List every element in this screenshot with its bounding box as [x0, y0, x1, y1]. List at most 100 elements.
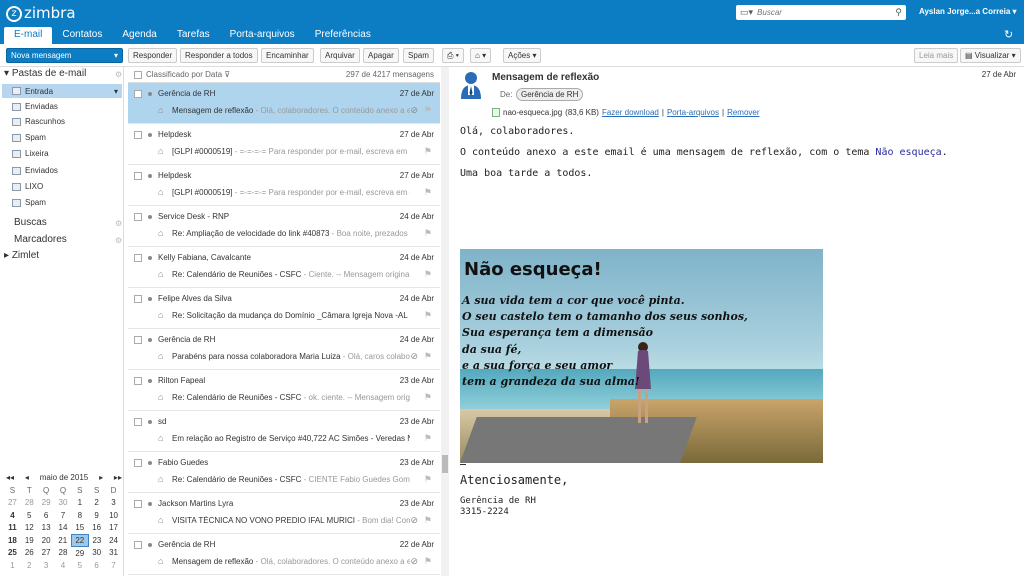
- unread-dot-icon[interactable]: [148, 133, 152, 137]
- row-checkbox[interactable]: [134, 172, 142, 180]
- folder-spam[interactable]: Spam: [12, 133, 46, 142]
- calendar-day[interactable]: 19: [21, 534, 38, 547]
- calendar-day[interactable]: 6: [38, 509, 55, 522]
- flag-icon[interactable]: ⚑: [424, 228, 432, 239]
- prev-month-icon[interactable]: ◂: [25, 473, 29, 482]
- zimbra-logo[interactable]: z zimbra: [6, 4, 76, 22]
- calendar-day[interactable]: 24: [105, 534, 122, 547]
- row-checkbox[interactable]: [134, 377, 142, 385]
- row-checkbox[interactable]: [134, 90, 142, 98]
- calendar-day[interactable]: 9: [88, 509, 105, 522]
- folders-header[interactable]: ▾ Pastas de e-mail: [4, 68, 86, 79]
- row-checkbox[interactable]: [134, 254, 142, 262]
- flag-icon[interactable]: ⚑: [424, 146, 432, 157]
- reply-button[interactable]: Responder: [128, 48, 178, 63]
- calendar-day[interactable]: 6: [88, 559, 105, 572]
- message-row[interactable]: sd 23 de Abr ⌂ Em relação ao Registro de Se…: [128, 411, 440, 452]
- unread-dot-icon[interactable]: [148, 420, 152, 424]
- unread-dot-icon[interactable]: [148, 379, 152, 383]
- zimlet-header[interactable]: ▸ Zimlet: [4, 250, 39, 261]
- calendar-day[interactable]: 11: [4, 522, 21, 535]
- calendar-day[interactable]: 2: [21, 559, 38, 572]
- actions-button[interactable]: Ações ▾: [503, 48, 542, 63]
- gear-icon[interactable]: ⚙: [115, 219, 122, 228]
- message-row[interactable]: Helpdesk 27 de Abr ⌂ [GLPI #0000519] - =-=-…: [128, 165, 440, 206]
- calendar-day[interactable]: 28: [55, 547, 72, 560]
- message-row[interactable]: Jackson Martins Lyra 23 de Abr ⌂ VISITA TÉC…: [128, 493, 440, 534]
- message-row[interactable]: Gerência de RH 22 de Abr ⌂ Mensagem de refl…: [128, 534, 440, 575]
- searches-header[interactable]: Buscas: [14, 217, 47, 228]
- flag-icon[interactable]: ⚑: [424, 351, 432, 362]
- prev-year-icon[interactable]: ◂◂: [6, 473, 14, 482]
- unread-dot-icon[interactable]: [148, 338, 152, 342]
- folder-sent[interactable]: Enviadas: [12, 102, 58, 111]
- calendar-day[interactable]: 21: [55, 534, 72, 547]
- read-more-button[interactable]: Leia mais: [914, 48, 959, 63]
- flag-icon[interactable]: ⚑: [424, 433, 432, 444]
- calendar-day[interactable]: 13: [38, 522, 55, 535]
- flag-icon[interactable]: ⚑: [424, 269, 432, 280]
- flag-icon[interactable]: ⚑: [424, 392, 432, 403]
- tab-preferences[interactable]: Preferências: [305, 27, 381, 44]
- calendar-day[interactable]: 5: [21, 509, 38, 522]
- message-row[interactable]: Kelly Fabiana, Cavalcante 24 de Abr ⌂ Re: C…: [128, 247, 440, 288]
- tab-calendar[interactable]: Agenda: [112, 27, 166, 44]
- folder-inbox[interactable]: Entrada ▾: [2, 84, 122, 98]
- flag-icon[interactable]: ⚑: [424, 556, 432, 567]
- new-message-button[interactable]: Nova mensagem ▾: [6, 48, 123, 63]
- attachment-name[interactable]: nao-esqueca.jpg: [503, 108, 562, 117]
- archive-button[interactable]: Arquivar: [320, 48, 360, 63]
- unread-dot-icon[interactable]: [148, 502, 152, 506]
- calendar-day[interactable]: 28: [21, 497, 38, 510]
- tab-briefcase[interactable]: Porta-arquivos: [220, 27, 305, 44]
- folder-lixo[interactable]: LIXO: [12, 182, 43, 191]
- unread-dot-icon[interactable]: [148, 461, 152, 465]
- next-month-icon[interactable]: ▸: [99, 473, 103, 482]
- gear-icon[interactable]: ⚙: [115, 236, 122, 245]
- calendar-day[interactable]: 20: [38, 534, 55, 547]
- folder-spam-2[interactable]: Spam: [12, 198, 46, 207]
- message-row[interactable]: Gerência de RH 24 de Abr ⌂ Parabéns para no…: [128, 329, 440, 370]
- unread-dot-icon[interactable]: [148, 174, 152, 178]
- tab-contacts[interactable]: Contatos: [52, 27, 112, 44]
- calendar-day[interactable]: 17: [105, 522, 122, 535]
- folder-enviados[interactable]: Enviados: [12, 166, 58, 175]
- message-row[interactable]: Fabio Guedes 23 de Abr ⌂ Re: Calendário de …: [128, 452, 440, 493]
- calendar-day[interactable]: 25: [4, 547, 21, 560]
- calendar-day[interactable]: 29: [38, 497, 55, 510]
- row-checkbox[interactable]: [134, 541, 142, 549]
- unread-dot-icon[interactable]: [148, 92, 152, 96]
- calendar-day[interactable]: 26: [21, 547, 38, 560]
- tag-dropdown[interactable]: ⌂ ▾: [470, 48, 492, 63]
- calendar-day[interactable]: 23: [88, 534, 105, 547]
- delete-button[interactable]: Apagar: [363, 48, 399, 63]
- unread-dot-icon[interactable]: [148, 215, 152, 219]
- flag-icon[interactable]: ⚑: [424, 515, 432, 526]
- gear-icon[interactable]: ⚙: [115, 70, 122, 79]
- user-menu[interactable]: Ayslan Jorge...a Correia ▾: [919, 7, 1017, 16]
- search-icon[interactable]: ⚲: [895, 7, 902, 18]
- folder-trash[interactable]: Lixeira: [12, 149, 49, 158]
- unread-dot-icon[interactable]: [148, 256, 152, 260]
- calendar-day[interactable]: 30: [55, 497, 72, 510]
- message-row[interactable]: Felipe Alves da Silva 24 de Abr ⌂ Re: Solic…: [128, 288, 440, 329]
- row-checkbox[interactable]: [134, 213, 142, 221]
- calendar-day[interactable]: 10: [105, 509, 122, 522]
- calendar-day[interactable]: 3: [105, 497, 122, 510]
- calendar-day[interactable]: 27: [38, 547, 55, 560]
- row-checkbox[interactable]: [134, 459, 142, 467]
- calendar-day[interactable]: 27: [4, 497, 21, 510]
- scrollbar-thumb[interactable]: [442, 455, 448, 473]
- remove-link[interactable]: Remover: [727, 108, 759, 117]
- chevron-down-icon[interactable]: ▾: [114, 87, 118, 96]
- briefcase-link[interactable]: Porta-arquivos: [667, 108, 719, 117]
- unread-dot-icon[interactable]: [148, 543, 152, 547]
- download-link[interactable]: Fazer download: [602, 108, 659, 117]
- message-row[interactable]: Service Desk - RNP 24 de Abr ⌂ Re: Ampliaçã…: [128, 206, 440, 247]
- calendar-day[interactable]: 31: [105, 547, 122, 560]
- calendar-day[interactable]: 15: [71, 522, 88, 535]
- flag-icon[interactable]: ⚑: [424, 310, 432, 321]
- search-input[interactable]: [757, 8, 878, 17]
- flag-icon[interactable]: ⚑: [424, 187, 432, 198]
- calendar-day[interactable]: 14: [55, 522, 72, 535]
